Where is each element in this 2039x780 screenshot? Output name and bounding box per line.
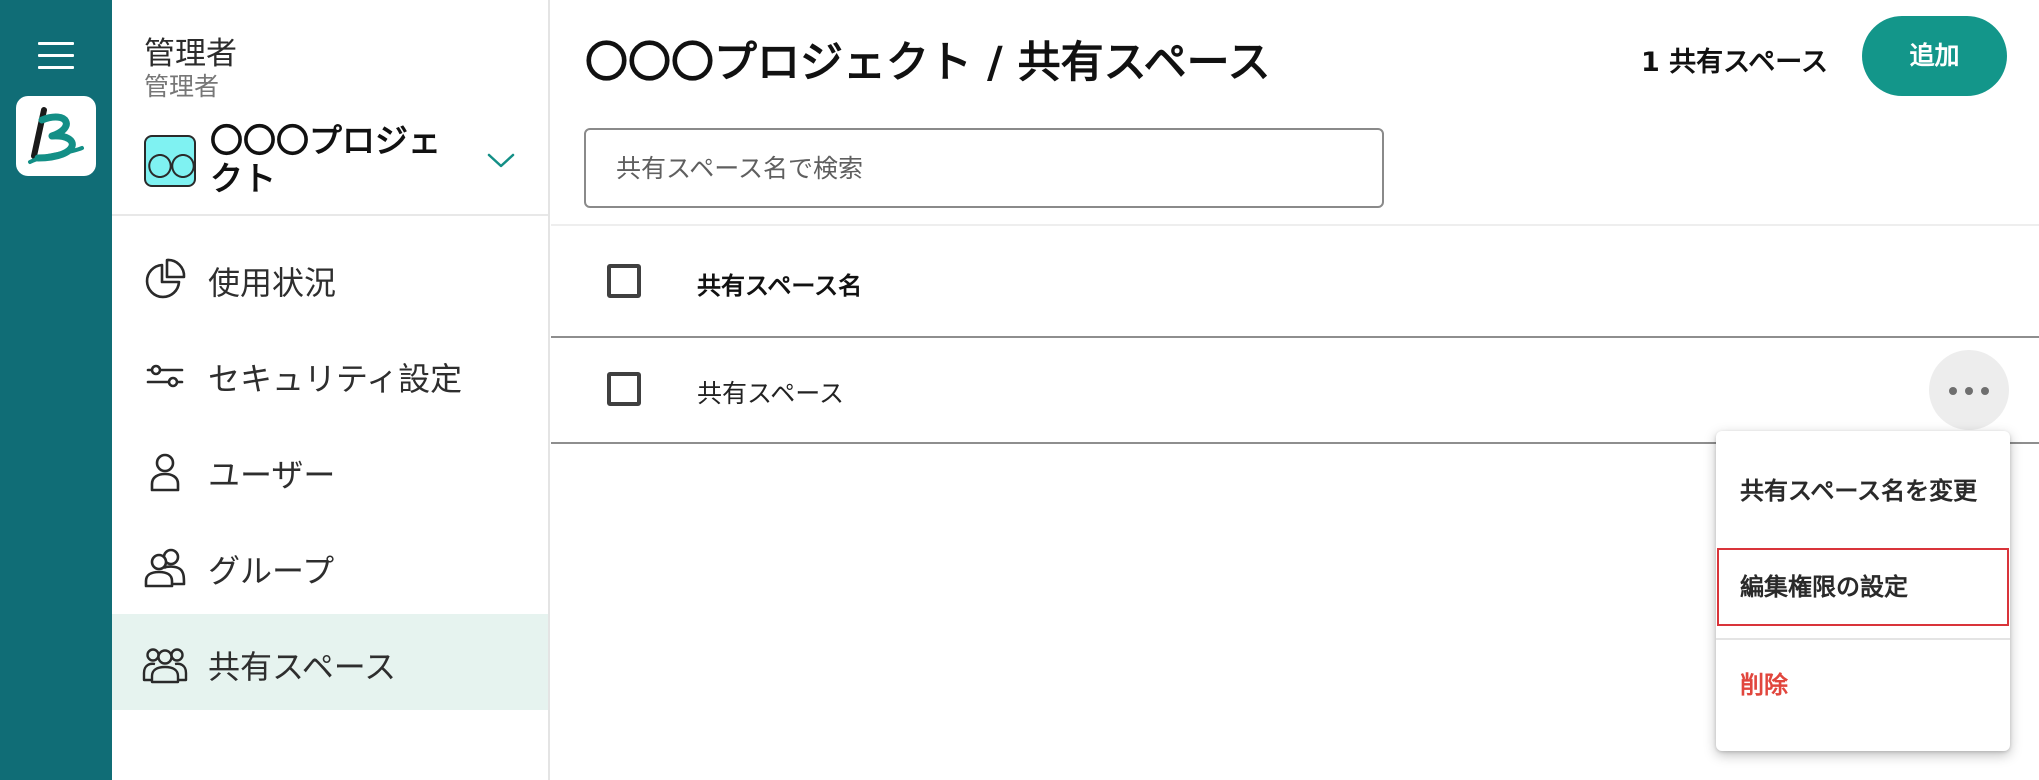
sidebar-item-label: セキュリティ設定 (208, 360, 463, 398)
sidebar-item-groups[interactable]: グループ (112, 518, 548, 614)
more-options-button[interactable] (1929, 350, 2009, 430)
row-name: 共有スペース (697, 379, 845, 408)
more-dots-icon (1981, 387, 1989, 395)
main-content: 〇〇〇プロジェクト / 共有スペース 1 共有スペース 追加 共有スペース名 共… (551, 0, 2039, 780)
pie-chart-icon (145, 258, 186, 299)
sliders-icon (146, 364, 184, 388)
sidebar: 管理者 管理者 〇〇 〇〇〇プロジェクト 使用状況 セキュリティ設定 ユーザー … (112, 0, 550, 780)
page-title: 〇〇〇プロジェクト / 共有スペース (585, 38, 1271, 88)
more-dots-icon (1965, 387, 1973, 395)
select-all-checkbox[interactable] (607, 264, 641, 298)
project-name: 〇〇〇プロジェクト (210, 121, 441, 198)
user-role: 管理者 (144, 72, 220, 101)
sidebar-item-security[interactable]: セキュリティ設定 (112, 326, 548, 422)
hamburger-menu-icon[interactable] (38, 42, 74, 70)
sidebar-item-shared-space[interactable]: 共有スペース (112, 614, 548, 710)
user-icon (150, 453, 180, 492)
group-icon (144, 548, 186, 588)
sidebar-item-users[interactable]: ユーザー (112, 422, 548, 518)
project-switcher[interactable]: 〇〇 〇〇〇プロジェクト (144, 118, 534, 198)
sidebar-item-usage[interactable]: 使用状況 (112, 230, 548, 326)
sidebar-item-label: ユーザー (208, 456, 336, 494)
table-header: 共有スペース名 (551, 226, 2039, 336)
more-dots-icon (1949, 387, 1957, 395)
app-logo-icon[interactable] (16, 96, 96, 176)
column-header-name[interactable]: 共有スペース名 (697, 266, 862, 301)
menu-item-delete[interactable]: 削除 (1716, 645, 2010, 725)
app-rail (0, 0, 112, 780)
row-checkbox[interactable] (607, 372, 641, 406)
shared-space-icon (142, 648, 188, 684)
chevron-down-icon (487, 153, 515, 168)
menu-divider (1716, 638, 2010, 640)
project-avatar: 〇〇 (144, 135, 196, 187)
sidebar-item-label: 使用状況 (208, 264, 337, 302)
sidebar-item-label: 共有スペース (208, 648, 397, 686)
sidebar-divider (112, 214, 548, 216)
menu-item-edit-permissions[interactable]: 編集権限の設定 (1716, 547, 2010, 627)
shared-space-count: 1 共有スペース (1641, 47, 1828, 78)
sidebar-item-label: グループ (208, 552, 335, 590)
project-avatar-text: 〇〇 (146, 153, 196, 183)
add-button[interactable]: 追加 (1862, 16, 2007, 96)
search-input[interactable] (584, 128, 1384, 208)
table-row[interactable]: 共有スペース (551, 338, 2039, 442)
menu-item-rename[interactable]: 共有スペース名を変更 (1716, 451, 2010, 531)
row-context-menu: 共有スペース名を変更 編集権限の設定 削除 (1716, 431, 2010, 751)
